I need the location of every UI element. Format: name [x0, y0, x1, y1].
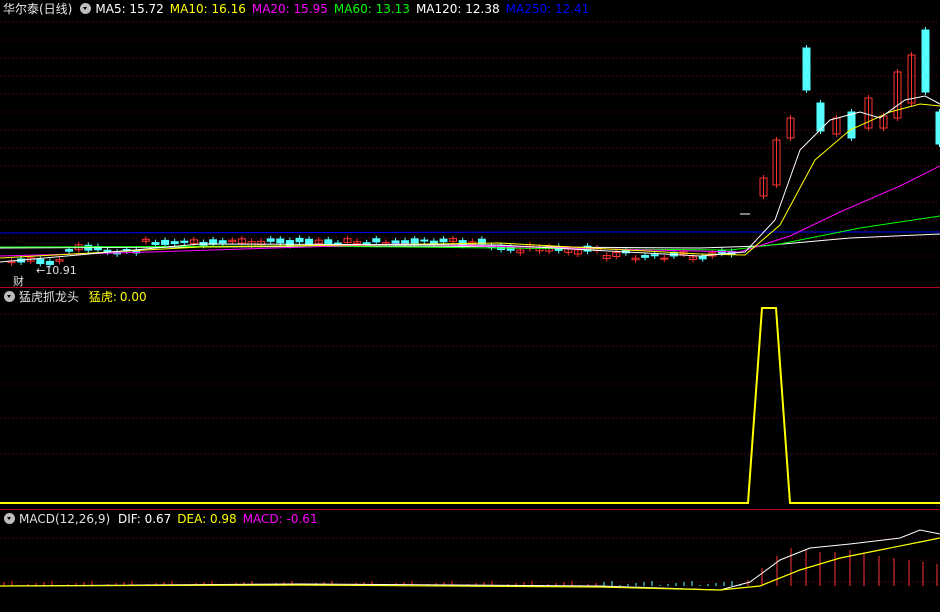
candle — [439, 238, 448, 243]
ma-legend-ma60: MA60: 13.13 — [333, 2, 410, 16]
candle — [847, 111, 856, 139]
candle — [151, 242, 160, 246]
ma-legend-ma20: MA20: 15.95 — [251, 2, 328, 16]
macd-name[interactable]: MACD(12,26,9) — [19, 512, 110, 526]
candle — [295, 237, 304, 243]
candle — [180, 240, 189, 243]
candle — [65, 249, 74, 252]
indicator-dropdown-icon[interactable] — [4, 513, 15, 524]
candle — [401, 240, 410, 244]
macd-header: MACD(12,26,9) DIF: 0.67 DEA: 0.98 MACD: -0… — [0, 510, 328, 528]
dif-line — [0, 529, 940, 591]
candle — [170, 241, 179, 245]
ma-legend-ma5: MA5: 15.72 — [95, 2, 164, 16]
tiger-indicator-panel[interactable]: 猛虎抓龙头 猛虎: 0.00 — [0, 288, 940, 509]
indicator-name[interactable]: 猛虎抓龙头 — [19, 290, 79, 304]
candle — [420, 239, 429, 242]
price-chart-header: 华尔泰(日线) MA5: 15.72 MA10: 16.16 MA20: 15.95 M… — [0, 0, 599, 18]
candle — [391, 240, 400, 244]
candle — [698, 255, 707, 260]
macd-legend-item: MACD: -0.61 — [242, 512, 318, 526]
candle — [36, 258, 45, 265]
low-price-marker: ←10.91 — [36, 264, 77, 277]
ma-legend-ma120: MA120: 12.38 — [415, 2, 500, 16]
macd-legend-item: DIF: 0.67 — [117, 512, 172, 526]
candle — [218, 240, 227, 244]
candle — [324, 239, 333, 245]
candle — [209, 239, 218, 245]
tiger-signal-line — [0, 307, 940, 504]
candle — [276, 238, 285, 244]
dea-line — [0, 537, 940, 591]
candle — [935, 111, 940, 145]
candle — [650, 254, 659, 257]
finance-tag[interactable]: 财 — [13, 273, 24, 289]
tiger-indicator-header: 猛虎抓龙头 猛虎: 0.00 — [0, 288, 151, 306]
candle — [641, 255, 650, 258]
tiger-series-label: 猛虎: — [88, 290, 117, 304]
tiger-series-value: 0.00 — [119, 290, 147, 304]
tiger-indicator-chart[interactable] — [0, 288, 940, 509]
stock-title[interactable]: 华尔泰(日线) — [3, 2, 72, 16]
candle — [362, 242, 371, 245]
macd-legend: DIF: 0.67 DEA: 0.98 MACD: -0.61 — [118, 512, 324, 526]
candle — [161, 239, 170, 245]
indicator-dropdown-icon[interactable] — [4, 291, 15, 302]
indicator-dropdown-icon[interactable] — [80, 3, 92, 14]
price-chart-panel[interactable]: 华尔泰(日线) MA5: 15.72 MA10: 16.16 MA20: 15.95 M… — [0, 0, 940, 289]
ma10-line — [0, 103, 940, 259]
candle — [506, 246, 515, 251]
candle — [802, 47, 811, 91]
candle — [266, 238, 275, 242]
macd-panel[interactable]: MACD(12,26,9) DIF: 0.67 DEA: 0.98 MACD: -0… — [0, 510, 940, 612]
candle — [921, 29, 930, 93]
macd-legend-item: DEA: 0.98 — [177, 512, 237, 526]
candle — [410, 238, 419, 244]
candle — [305, 238, 314, 245]
candlestick-chart[interactable] — [0, 0, 940, 287]
ma-legend-ma250: MA250: 12.41 — [505, 2, 590, 16]
candle — [372, 238, 381, 243]
ma-legend-ma10: MA10: 16.16 — [169, 2, 246, 16]
ma5-line — [0, 95, 940, 263]
ma-legend: MA5: 15.72 MA10: 16.16 MA20: 15.95 MA60: 13… — [95, 2, 595, 16]
